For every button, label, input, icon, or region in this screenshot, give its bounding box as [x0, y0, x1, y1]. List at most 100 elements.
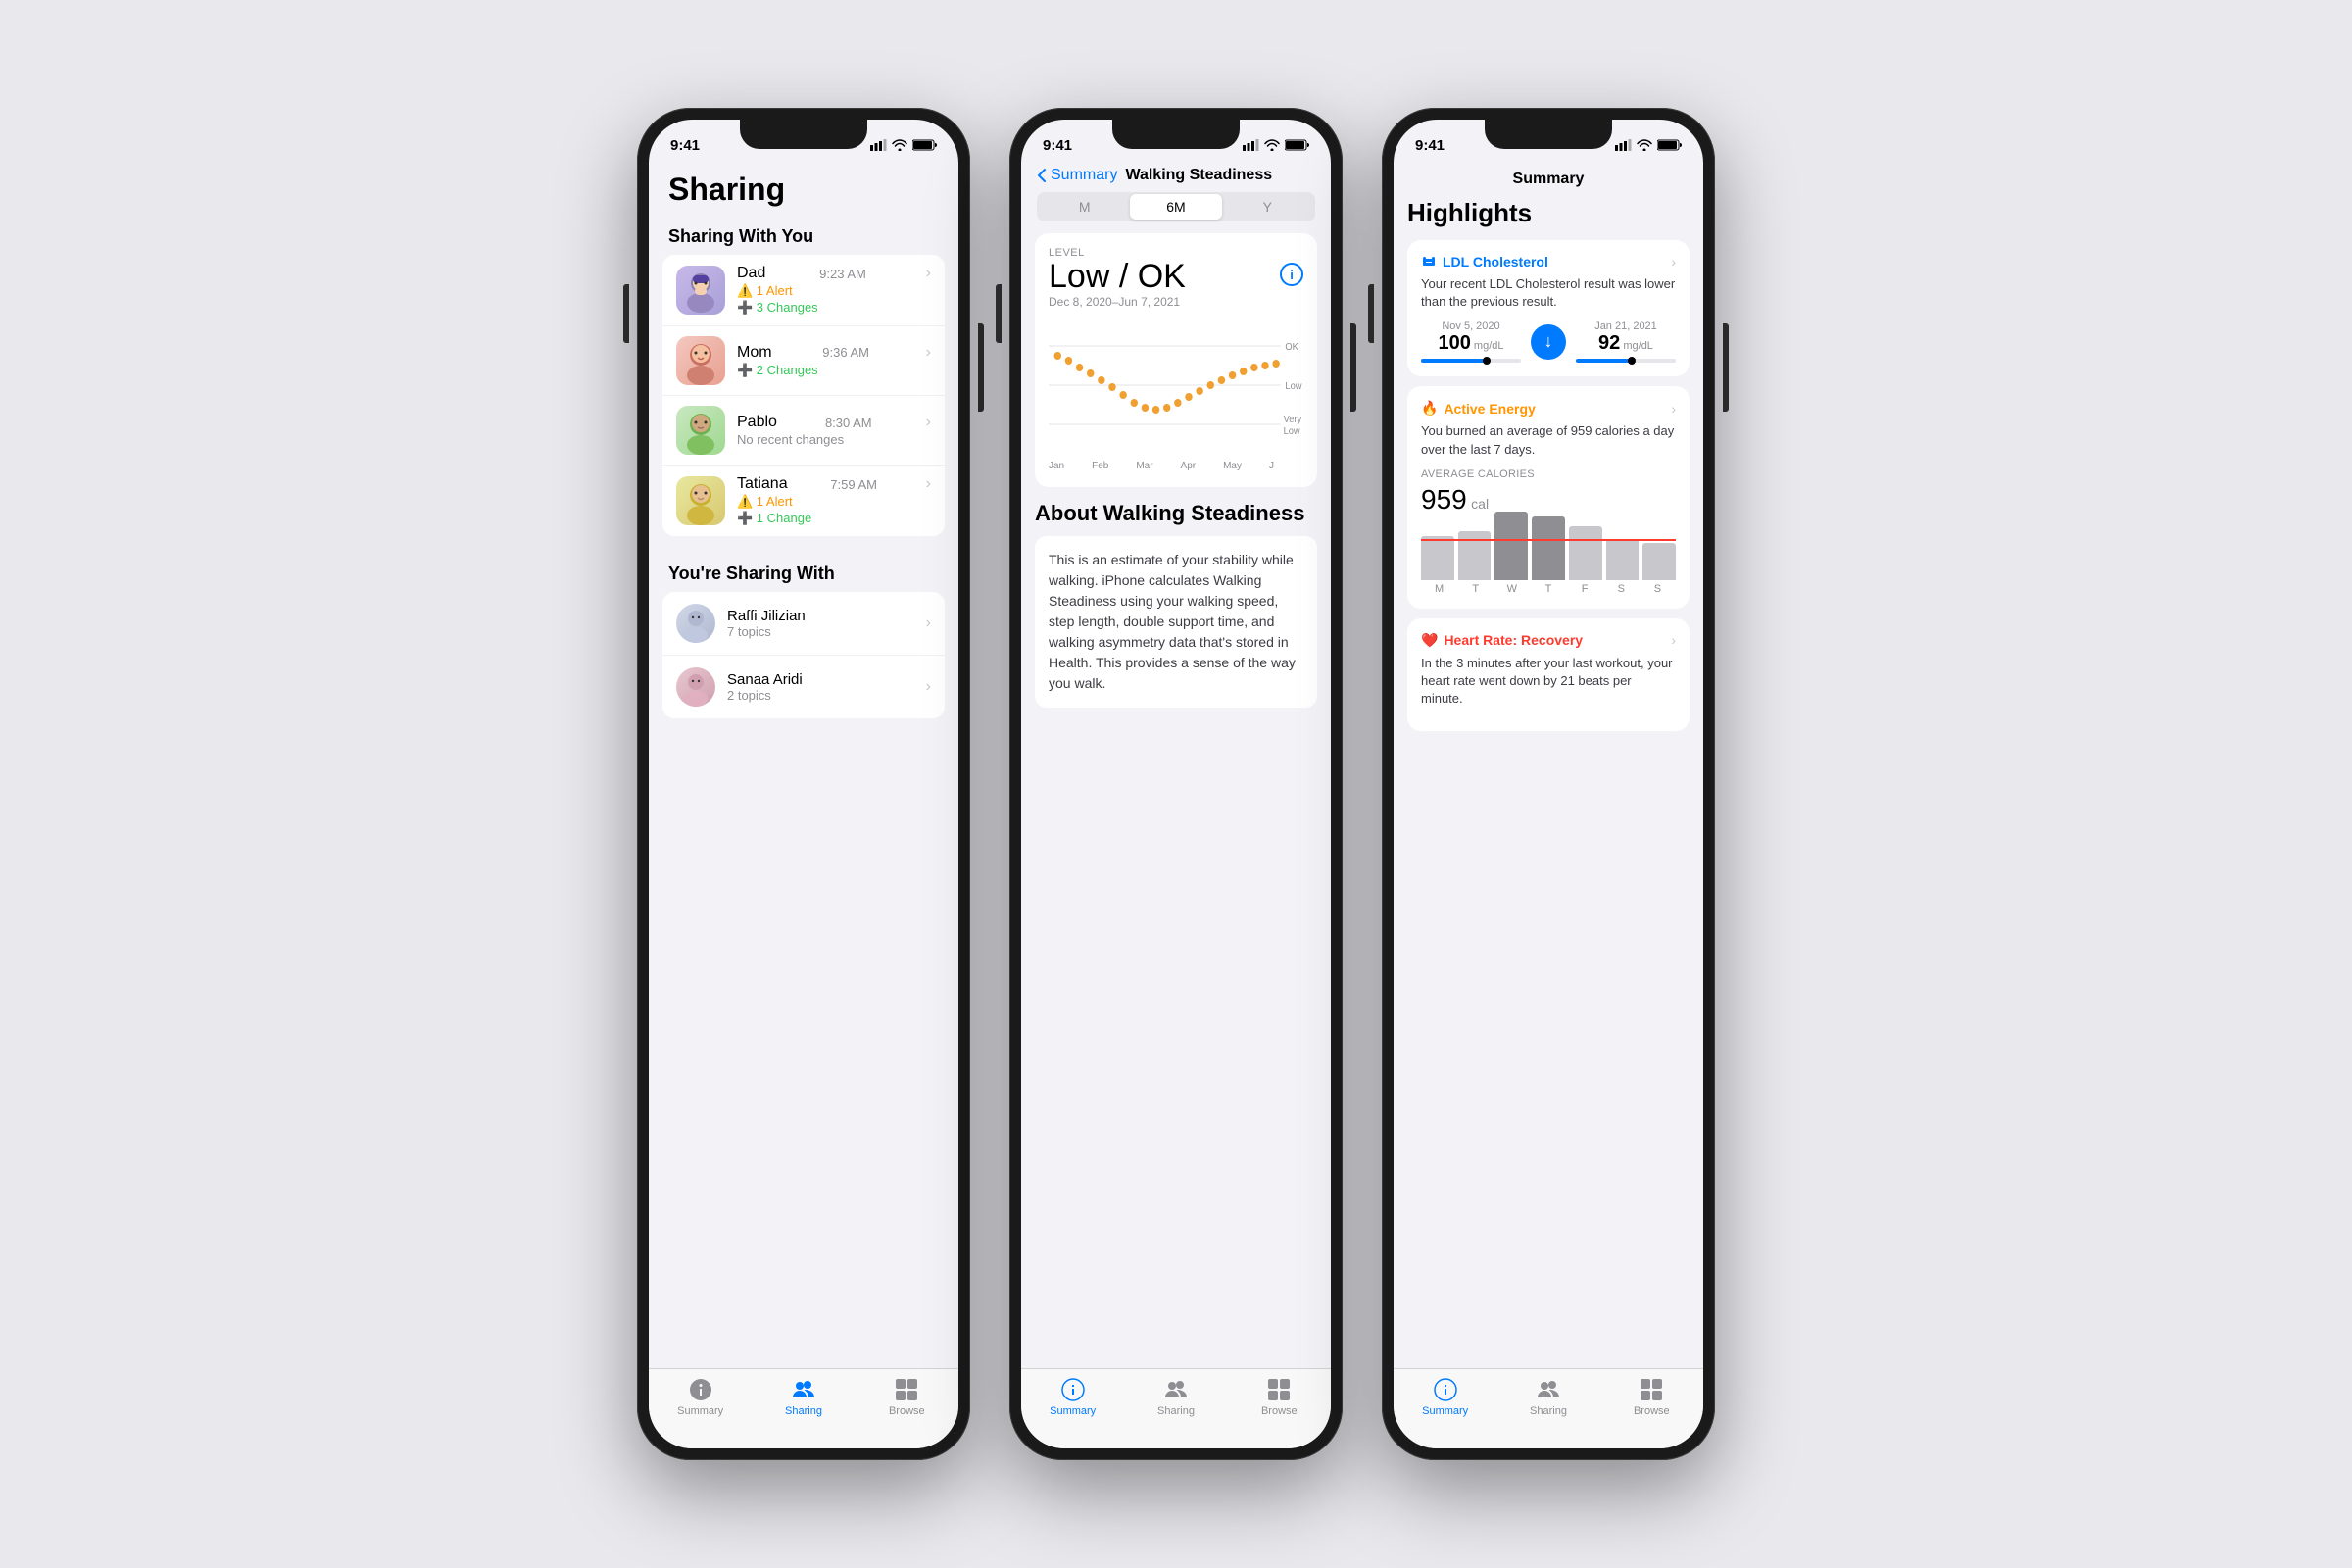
chevron-mom: ›	[926, 344, 931, 362]
tab-summary-2[interactable]: Summary	[1021, 1377, 1124, 1417]
ldl-bar-1	[1421, 359, 1521, 363]
tab-browse-label-3: Browse	[1634, 1405, 1670, 1417]
contact-info-mom: Mom 9:36 AM › ➕ 2 Changes	[737, 344, 931, 378]
tab-sharing-label-2: Sharing	[1157, 1405, 1195, 1417]
heart-rate-label: Heart Rate: Recovery	[1444, 632, 1583, 648]
time-seg-y[interactable]: Y	[1222, 194, 1313, 220]
tab-summary-3[interactable]: Summary	[1394, 1377, 1496, 1417]
tab-browse-icon-2	[1266, 1377, 1292, 1402]
sharing-with-you-header: Sharing With You	[649, 215, 958, 255]
tab-sharing-label-3: Sharing	[1530, 1405, 1567, 1417]
tab-browse-1[interactable]: Browse	[856, 1377, 958, 1417]
walking-chart: OK Low Very Low Jan Feb Mar Apr May J	[1049, 317, 1303, 473]
tab-sharing-label-1: Sharing	[785, 1405, 822, 1417]
svg-text:Low: Low	[1285, 381, 1301, 392]
avatar-raffi	[676, 604, 715, 643]
time-seg-m[interactable]: M	[1039, 194, 1130, 220]
contact-info-raffi: Raffi Jilizian 7 topics	[727, 608, 920, 639]
highlights-section: Highlights LDL Choleste	[1394, 198, 1703, 1368]
about-card: This is an estimate of your stability wh…	[1035, 536, 1317, 708]
ldl-bar-fill-1	[1421, 359, 1486, 363]
bar-s2	[1642, 543, 1676, 580]
walking-steadiness-chart: OK Low Very Low	[1049, 317, 1303, 454]
tab-summary-1[interactable]: Summary	[649, 1377, 752, 1417]
summary-page-title: Summary	[1394, 163, 1703, 198]
contact-time-dad: 9:23 AM	[819, 267, 866, 281]
contact-tatiana[interactable]: Tatiana 7:59 AM › ⚠️ 1 Alert ➕ 1 Change	[662, 466, 945, 536]
back-label: Summary	[1051, 167, 1117, 184]
contact-no-change-pablo: No recent changes	[737, 432, 931, 447]
status-time-3: 9:41	[1415, 137, 1445, 154]
youre-sharing-with-header: You're Sharing With	[649, 552, 958, 592]
contact-sanaa[interactable]: Sanaa Aridi 2 topics ›	[662, 656, 945, 718]
summary-content: Summary Highlights	[1394, 163, 1703, 1368]
bar-w	[1494, 512, 1528, 580]
tab-browse-icon-3	[1639, 1377, 1664, 1402]
ldl-item-1: Nov 5, 2020 100 mg/dL	[1421, 320, 1521, 363]
ldl-dot-1	[1483, 357, 1491, 365]
active-energy-type: 🔥 Active Energy	[1421, 400, 1536, 416]
status-time-2: 9:41	[1043, 137, 1072, 154]
back-to-summary[interactable]: Summary	[1037, 167, 1117, 184]
chevron-sanaa: ›	[926, 678, 931, 696]
sharing-screen: Sharing Sharing With You Dad 9:23 AM	[649, 163, 958, 1448]
active-energy-icon: 🔥	[1421, 400, 1438, 416]
ldl-type: LDL Cholesterol	[1421, 254, 1548, 270]
svg-text:Very: Very	[1284, 415, 1302, 425]
nav-header-2: Summary Walking Steadiness	[1021, 163, 1331, 192]
time-seg-6m[interactable]: 6M	[1130, 194, 1221, 220]
wifi-icon-3	[1637, 139, 1652, 151]
tab-sharing-3[interactable]: Sharing	[1496, 1377, 1599, 1417]
tab-browse-2[interactable]: Browse	[1228, 1377, 1331, 1417]
chart-month-j: J	[1269, 461, 1274, 471]
heart-rate-card: ❤️ Heart Rate: Recovery › In the 3 minut…	[1407, 618, 1690, 732]
contact-change-mom: ➕ 2 Changes	[737, 363, 931, 378]
avatar-pablo	[676, 406, 725, 455]
contact-dad[interactable]: Dad 9:23 AM › ⚠️ 1 Alert ➕ 3 Changes	[662, 255, 945, 326]
contact-info-sanaa: Sanaa Aridi 2 topics	[727, 671, 920, 703]
heart-rate-icon: ❤️	[1421, 632, 1438, 649]
tab-bar-2: Summary Sharing Browse	[1021, 1368, 1331, 1448]
bar-label-w: W	[1494, 583, 1530, 595]
date-range: Dec 8, 2020–Jun 7, 2021	[1049, 295, 1303, 309]
info-icon[interactable]: i	[1280, 263, 1303, 286]
chart-month-feb: Feb	[1092, 461, 1108, 471]
ldl-bar-fill-2	[1576, 359, 1631, 363]
calorie-chart: Average Calories 959 cal	[1421, 468, 1676, 595]
status-time-1: 9:41	[670, 137, 700, 154]
tab-summary-label-2: Summary	[1050, 1405, 1096, 1417]
tab-sharing-2[interactable]: Sharing	[1124, 1377, 1227, 1417]
chevron-raffi: ›	[926, 614, 931, 632]
bar-label-f: F	[1567, 583, 1603, 595]
avatar-sanaa	[676, 667, 715, 707]
bar-label-m: M	[1421, 583, 1457, 595]
contact-mom[interactable]: Mom 9:36 AM › ➕ 2 Changes	[662, 326, 945, 396]
ldl-item-2: Jan 21, 2021 92 mg/dL	[1576, 320, 1676, 363]
status-icons-3	[1615, 139, 1682, 151]
tab-sharing-1[interactable]: Sharing	[752, 1377, 855, 1417]
phone-3-summary: 9:41	[1382, 108, 1715, 1460]
chart-month-jan: Jan	[1049, 461, 1064, 471]
bar-m	[1421, 536, 1454, 580]
chevron-dad: ›	[926, 265, 931, 282]
highlights-title: Highlights	[1407, 198, 1690, 228]
contact-name-sanaa: Sanaa Aridi	[727, 671, 920, 688]
tab-bar-1: Summary Sharing Browse	[649, 1368, 958, 1448]
ldl-icon	[1421, 254, 1437, 270]
contact-topics-raffi: 7 topics	[727, 624, 920, 639]
tab-browse-3[interactable]: Browse	[1600, 1377, 1703, 1417]
contact-alert-dad: ⚠️ 1 Alert	[737, 283, 931, 299]
about-text: This is an estimate of your stability wh…	[1049, 550, 1303, 694]
contact-raffi[interactable]: Raffi Jilizian 7 topics ›	[662, 592, 945, 656]
tab-summary-label-1: Summary	[677, 1405, 723, 1417]
wifi-icon-2	[1264, 139, 1280, 151]
back-chevron-icon	[1037, 168, 1047, 183]
ldl-date-2: Jan 21, 2021	[1576, 320, 1676, 332]
calorie-value-display: 959 cal	[1421, 484, 1676, 515]
ldl-chevron: ›	[1671, 254, 1676, 270]
contact-pablo[interactable]: Pablo 8:30 AM › No recent changes	[662, 396, 945, 466]
avatar-tatiana	[676, 476, 725, 525]
status-icons-1	[870, 139, 937, 151]
active-energy-card: 🔥 Active Energy › You burned an average …	[1407, 386, 1690, 608]
chart-month-mar: Mar	[1136, 461, 1152, 471]
